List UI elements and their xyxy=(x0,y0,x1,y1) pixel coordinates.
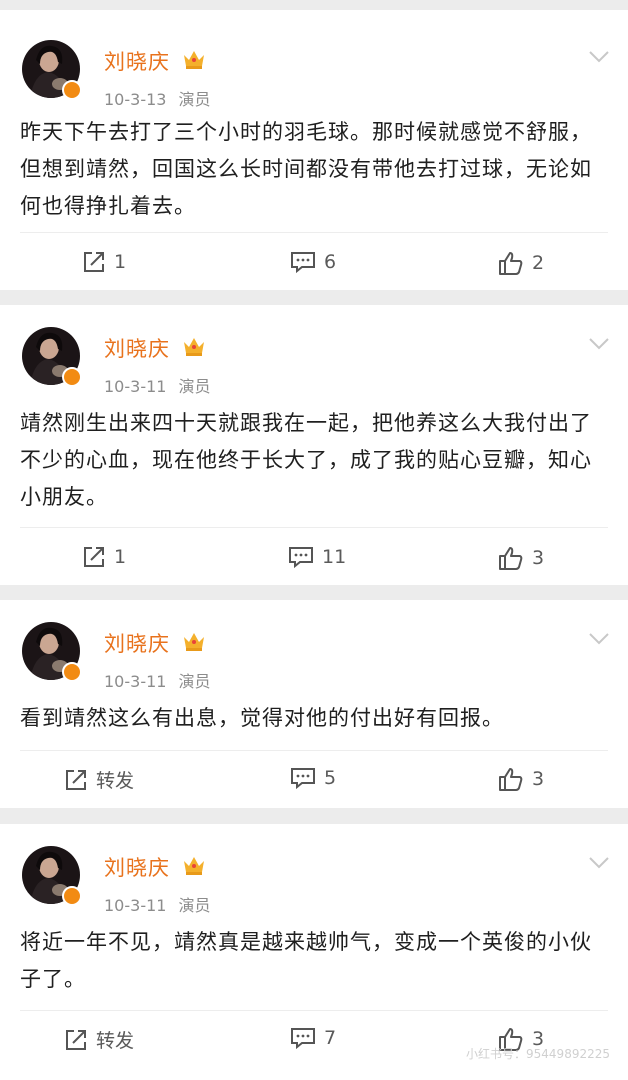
post-source: 演员 xyxy=(178,377,211,396)
crown-icon xyxy=(184,633,204,651)
like-button[interactable]: 3 xyxy=(498,545,544,571)
crown-icon xyxy=(184,51,204,69)
comment-icon xyxy=(291,1028,315,1050)
repost-icon xyxy=(84,252,104,272)
comment-button[interactable]: 11 xyxy=(288,545,346,569)
avatar[interactable] xyxy=(22,40,82,100)
verified-badge-icon xyxy=(62,886,82,906)
post-card[interactable]: 刘晓庆 10-3-11 演员 将近一年不见，靖然真是越来越帅气，变成一个英俊的小伙… xyxy=(0,824,628,1080)
post-meta: 10-3-13 演员 xyxy=(104,86,210,110)
post-meta: 10-3-11 演员 xyxy=(104,892,210,916)
post-text: 昨天下午去打了三个小时的羽毛球。那时候就感觉不舒服，但想到靖然，回国这么长时间都… xyxy=(20,120,592,218)
comment-count: 11 xyxy=(322,546,347,568)
repost-button[interactable]: 转发 xyxy=(64,1026,134,1053)
post-meta: 10-3-11 演员 xyxy=(104,668,210,692)
watermark: 小红书号：95449892225 xyxy=(466,1047,610,1061)
user-name[interactable]: 刘晓庆 xyxy=(104,333,170,363)
crown-icon xyxy=(184,338,204,356)
post-date: 10-3-11 xyxy=(104,672,167,691)
comment-icon xyxy=(289,547,313,569)
verified-badge-icon xyxy=(62,662,82,682)
repost-count: 1 xyxy=(114,546,127,568)
post-card[interactable]: 刘晓庆 10-3-13 演员 昨天下午去打了三个小时的羽毛球。那时候就感觉不舒服，… xyxy=(0,10,628,290)
repost-button[interactable]: 转发 xyxy=(64,766,134,793)
avatar[interactable] xyxy=(22,846,82,906)
like-count: 3 xyxy=(532,768,545,790)
post-date: 10-3-11 xyxy=(104,896,167,915)
comment-button[interactable]: 7 xyxy=(290,1026,336,1050)
post-date: 10-3-13 xyxy=(104,90,167,109)
divider xyxy=(20,232,608,233)
repost-icon xyxy=(84,547,104,567)
thumbs-up-icon xyxy=(499,252,523,275)
comment-icon xyxy=(291,768,315,790)
repost-label: 转发 xyxy=(96,770,135,792)
post-text: 靖然刚生出来四十天就跟我在一起，把他养这么大我付出了不少的心血，现在他终于长大了… xyxy=(20,411,592,509)
user-name[interactable]: 刘晓庆 xyxy=(104,628,170,658)
avatar[interactable] xyxy=(22,622,82,682)
repost-icon xyxy=(66,769,86,790)
like-count: 2 xyxy=(532,252,545,274)
post-text: 看到靖然这么有出息，觉得对他的付出好有回报。 xyxy=(20,706,504,730)
like-button[interactable]: 3 xyxy=(498,766,544,792)
post-card[interactable]: 刘晓庆 10-3-11 演员 靖然刚生出来四十天就跟我在一起，把他养这么大我付出了… xyxy=(0,305,628,585)
comment-count: 7 xyxy=(324,1027,337,1049)
comment-button[interactable]: 5 xyxy=(290,766,336,790)
comment-count: 6 xyxy=(324,251,337,273)
user-name[interactable]: 刘晓庆 xyxy=(104,852,170,882)
repost-count: 1 xyxy=(114,251,127,273)
comment-icon xyxy=(291,252,315,274)
divider xyxy=(20,1010,608,1011)
post-date: 10-3-11 xyxy=(104,377,167,396)
verified-badge-icon xyxy=(62,367,82,387)
repost-button[interactable]: 1 xyxy=(82,545,126,569)
repost-button[interactable]: 1 xyxy=(82,250,126,274)
thumbs-up-icon xyxy=(499,768,523,791)
verified-badge-icon xyxy=(62,80,82,100)
repost-label: 转发 xyxy=(96,1030,135,1052)
chevron-down-icon[interactable] xyxy=(588,50,610,64)
crown-icon xyxy=(184,857,204,875)
post-source: 演员 xyxy=(178,90,211,109)
comment-count: 5 xyxy=(324,767,337,789)
thumbs-up-icon xyxy=(499,547,523,570)
post-text: 将近一年不见，靖然真是越来越帅气，变成一个英俊的小伙子了。 xyxy=(20,930,592,991)
like-count: 3 xyxy=(532,547,545,569)
chevron-down-icon[interactable] xyxy=(588,337,610,351)
chevron-down-icon[interactable] xyxy=(588,632,610,646)
chevron-down-icon[interactable] xyxy=(588,856,610,870)
user-name[interactable]: 刘晓庆 xyxy=(104,46,170,76)
divider xyxy=(20,527,608,528)
comment-button[interactable]: 6 xyxy=(290,250,336,274)
repost-icon xyxy=(66,1029,86,1050)
divider xyxy=(20,750,608,751)
post-card[interactable]: 刘晓庆 10-3-11 演员 看到靖然这么有出息，觉得对他的付出好有回报。 转发 … xyxy=(0,600,628,808)
avatar[interactable] xyxy=(22,327,82,387)
post-source: 演员 xyxy=(178,896,211,915)
post-meta: 10-3-11 演员 xyxy=(104,373,210,397)
like-button[interactable]: 2 xyxy=(498,250,544,276)
post-source: 演员 xyxy=(178,672,211,691)
